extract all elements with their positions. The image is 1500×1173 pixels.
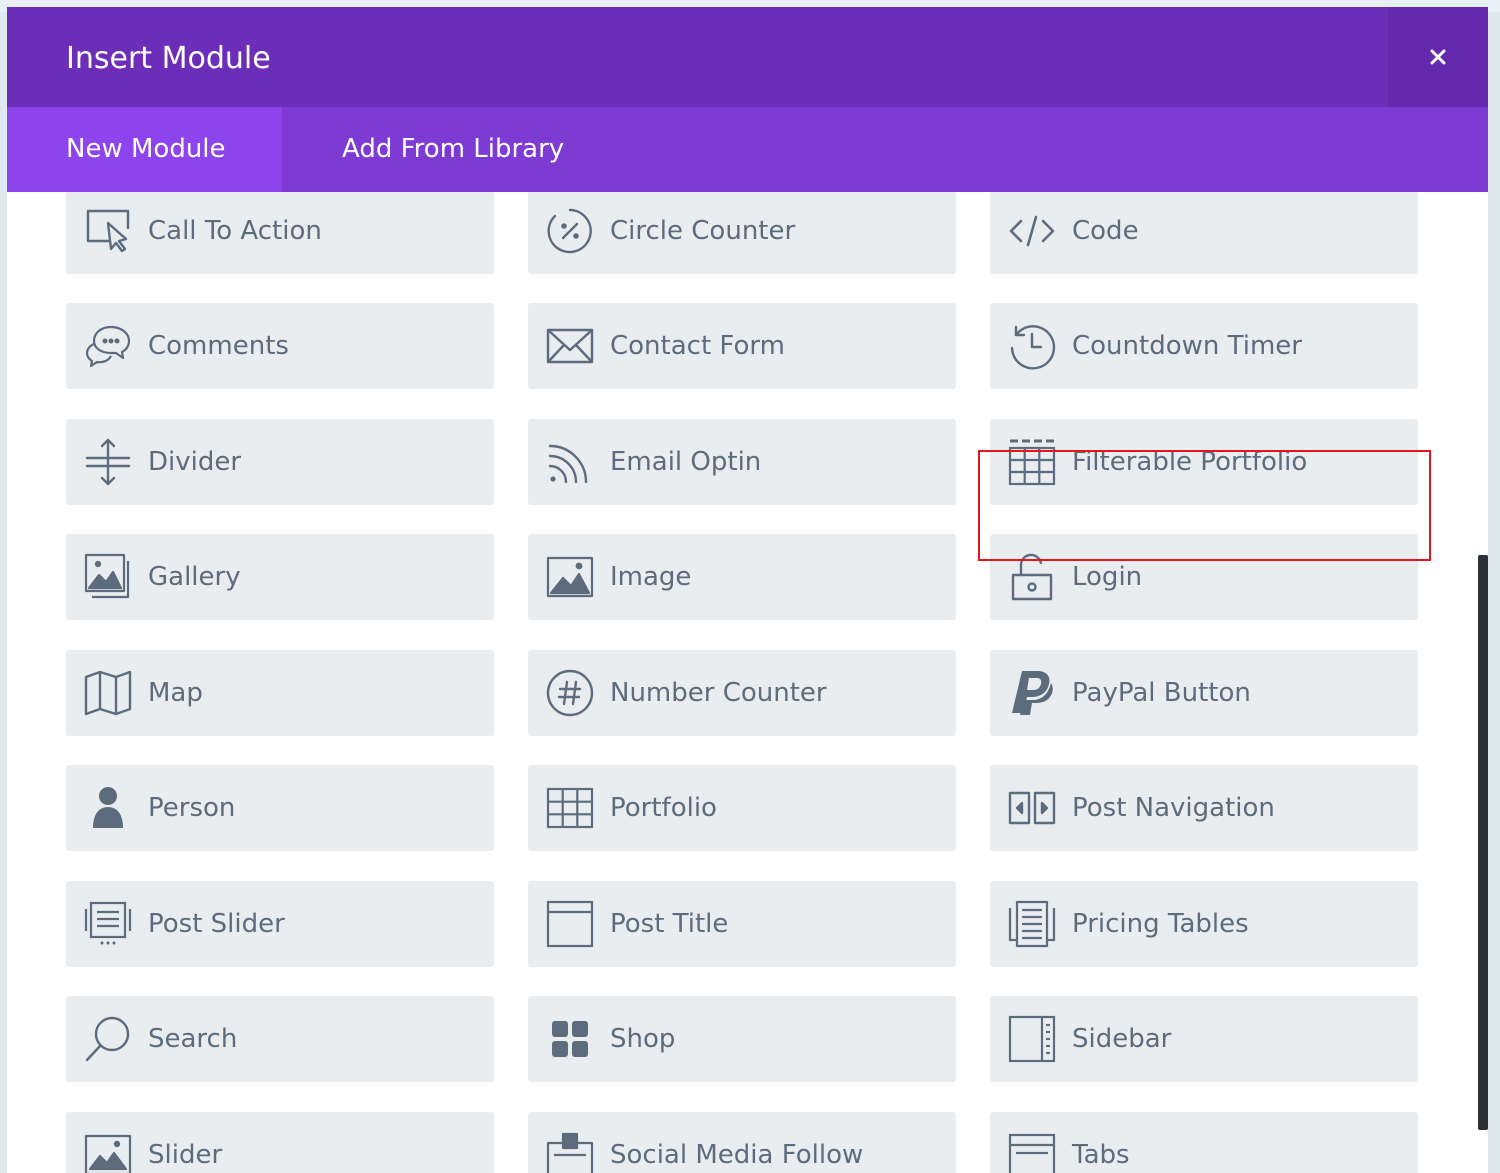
module-label: Slider [148,1140,223,1170]
map-icon [84,669,132,717]
chat-bubbles-icon [84,322,132,370]
divider-arrows-icon [84,438,132,486]
modal-tabs: New Module Add From Library [7,107,1488,192]
module-label: Portfolio [610,793,717,823]
sidebar-icon [1008,1015,1056,1063]
person-icon [84,784,132,832]
unlock-icon [1008,553,1056,601]
module-label: Social Media Follow [610,1140,864,1170]
module-label: Code [1072,216,1139,246]
module-gallery[interactable]: Gallery [66,534,494,620]
modal-header: Insert Module [7,7,1488,107]
module-filterable-portfolio[interactable]: Filterable Portfolio [990,419,1418,505]
post-slider-icon [84,900,132,948]
module-label: Search [148,1024,238,1054]
history-clock-icon [1008,322,1056,370]
module-contact-form[interactable]: Contact Form [528,303,956,389]
module-label: Map [148,678,203,708]
paypal-icon [1008,669,1056,717]
tab-new-module[interactable]: New Module [7,107,282,192]
module-login[interactable]: Login [990,534,1418,620]
tab-label: Add From Library [342,134,565,164]
module-divider[interactable]: Divider [66,419,494,505]
rss-icon [546,438,594,486]
tabs-icon [1008,1131,1056,1173]
module-slider[interactable]: Slider [66,1112,494,1173]
cursor-screen-icon [84,207,132,255]
scrollbar[interactable] [1478,555,1488,1130]
close-icon [1430,49,1446,65]
module-label: Comments [148,331,289,361]
module-label: Number Counter [610,678,827,708]
module-circle-counter[interactable]: Circle Counter [528,192,956,274]
image-icon [546,553,594,601]
modal-title: Insert Module [66,41,271,76]
module-label: Email Optin [610,447,762,477]
grid-icon [546,784,594,832]
pricing-tables-icon [1008,900,1056,948]
module-person[interactable]: Person [66,765,494,851]
module-sidebar[interactable]: Sidebar [990,996,1418,1082]
module-paypal-button[interactable]: PayPal Button [990,650,1418,736]
module-pricing-tables[interactable]: Pricing Tables [990,881,1418,967]
module-label: Divider [148,447,242,477]
envelope-icon [546,322,594,370]
module-post-title[interactable]: Post Title [528,881,956,967]
post-navigation-icon [1008,784,1056,832]
module-image[interactable]: Image [528,534,956,620]
module-label: Post Slider [148,909,285,939]
module-post-navigation[interactable]: Post Navigation [990,765,1418,851]
post-title-icon [546,900,594,948]
module-number-counter[interactable]: Number Counter [528,650,956,736]
hash-circle-icon [546,669,594,717]
tab-add-from-library[interactable]: Add From Library [282,107,612,192]
module-countdown-timer[interactable]: Countdown Timer [990,303,1418,389]
module-label: Image [610,562,692,592]
module-map[interactable]: Map [66,650,494,736]
module-code[interactable]: Code [990,192,1418,274]
insert-module-modal: Insert Module New Module Add From Librar… [7,7,1488,1173]
module-label: Circle Counter [610,216,796,246]
module-label: Pricing Tables [1072,909,1249,939]
module-label: Shop [610,1024,676,1054]
module-search[interactable]: Search [66,996,494,1082]
gallery-icon [84,553,132,601]
module-email-optin[interactable]: Email Optin [528,419,956,505]
module-label: Filterable Portfolio [1072,447,1308,477]
module-label: Sidebar [1072,1024,1172,1054]
module-comments[interactable]: Comments [66,303,494,389]
code-icon [1008,207,1056,255]
module-label: Gallery [148,562,241,592]
module-label: Countdown Timer [1072,331,1302,361]
module-label: Contact Form [610,331,785,361]
module-label: Login [1072,562,1143,592]
search-icon [84,1015,132,1063]
module-call-to-action[interactable]: Call To Action [66,192,494,274]
module-label: Post Navigation [1072,793,1275,823]
module-post-slider[interactable]: Post Slider [66,881,494,967]
module-label: Tabs [1072,1140,1130,1170]
slider-icon [84,1131,132,1173]
circle-percent-icon [546,207,594,255]
module-portfolio[interactable]: Portfolio [528,765,956,851]
module-label: PayPal Button [1072,678,1251,708]
module-tabs[interactable]: Tabs [990,1112,1418,1173]
tab-label: New Module [66,134,226,164]
module-list: Call To Action Circle Counter Code Comme… [7,192,1488,1173]
module-social-media-follow[interactable]: Social Media Follow [528,1112,956,1173]
module-label: Post Title [610,909,729,939]
module-label: Call To Action [148,216,322,246]
module-shop[interactable]: Shop [528,996,956,1082]
filter-grid-icon [1008,438,1056,486]
module-label: Person [148,793,236,823]
social-follow-icon [546,1131,594,1173]
close-button[interactable] [1388,7,1488,107]
shop-icon [546,1015,594,1063]
